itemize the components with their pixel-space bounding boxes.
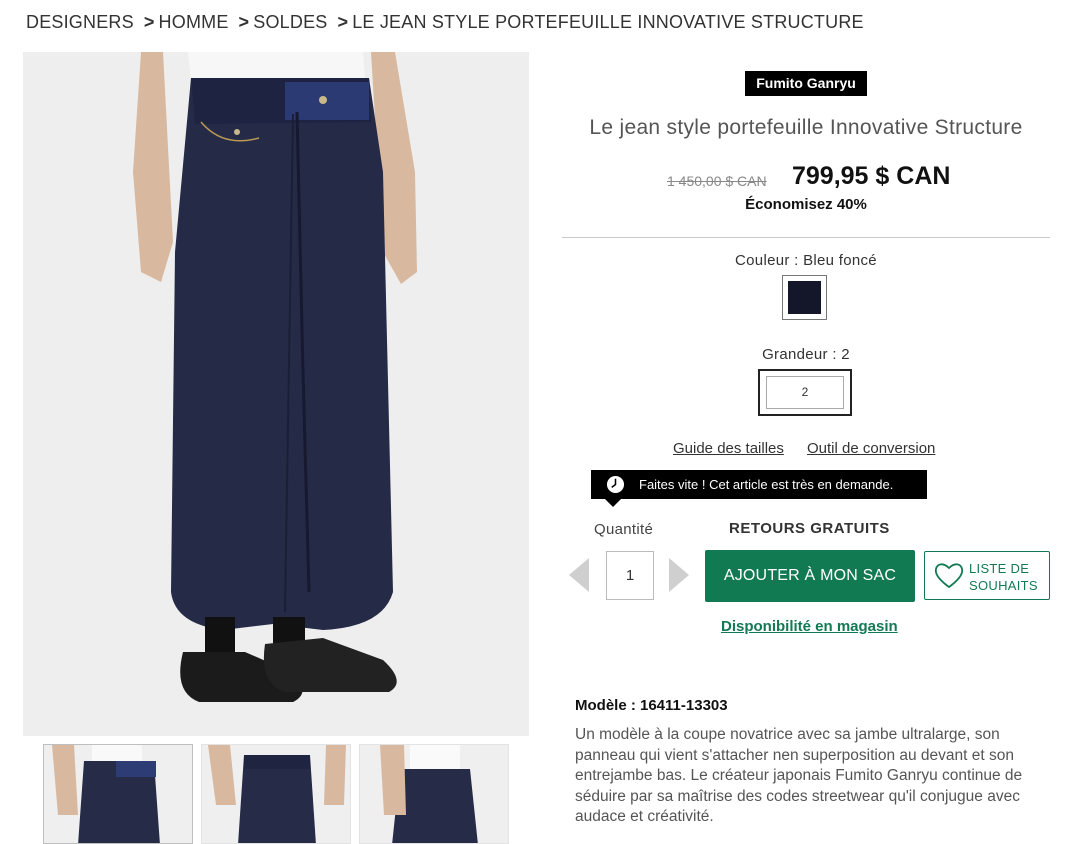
- product-description: Un modèle à la coupe novatrice avec sa j…: [575, 726, 1023, 825]
- model-number: Modèle : 16411-13303: [575, 697, 728, 714]
- store-availability-link[interactable]: Disponibilité en magasin: [721, 618, 898, 635]
- wishlist-label: LISTE DE SOUHAITS: [969, 560, 1038, 594]
- wishlist-button[interactable]: LISTE DE SOUHAITS: [924, 551, 1050, 600]
- thumbnail-photo: [360, 745, 508, 843]
- product-title: Le jean style portefeuille Innovative St…: [589, 116, 1023, 139]
- breadcrumb-separator: >: [143, 12, 155, 32]
- thumbnail-photo: [44, 745, 192, 843]
- thumbnail-2[interactable]: [201, 744, 351, 844]
- swatch-fill: [788, 281, 821, 314]
- size-option-label: 2: [766, 376, 844, 409]
- thumbnail-1[interactable]: [43, 744, 193, 844]
- divider: [562, 237, 1050, 238]
- size-option-2[interactable]: 2: [758, 369, 852, 416]
- conversion-tool-link[interactable]: Outil de conversion: [807, 440, 935, 457]
- thumbnail-3[interactable]: [359, 744, 509, 844]
- breadcrumb-item-soldes[interactable]: SOLDES: [253, 12, 327, 33]
- product-main-image[interactable]: [23, 52, 529, 736]
- add-to-bag-button[interactable]: AJOUTER À MON SAC: [705, 550, 915, 602]
- breadcrumb-item-current: LE JEAN STYLE PORTEFEUILLE INNOVATIVE ST…: [352, 12, 864, 32]
- size-label: Grandeur : 2: [762, 346, 850, 363]
- quantity-label: Quantité: [594, 521, 654, 538]
- arrow-left-icon[interactable]: [569, 558, 589, 592]
- breadcrumb-separator: >: [238, 12, 250, 32]
- savings-label: Économisez 40%: [745, 196, 867, 213]
- wishlist-label-line2: SOUHAITS: [969, 578, 1038, 593]
- breadcrumb-separator: >: [337, 12, 349, 32]
- brand-badge[interactable]: Fumito Ganryu: [745, 71, 867, 96]
- product-photo: [23, 52, 529, 736]
- clock-icon: [606, 475, 625, 494]
- quantity-input[interactable]: [606, 551, 654, 600]
- arrow-right-icon[interactable]: [669, 558, 689, 592]
- color-label: Couleur : Bleu foncé: [735, 252, 877, 269]
- banner-pointer: [605, 499, 621, 507]
- breadcrumb-item-designers[interactable]: DESIGNERS: [26, 12, 134, 33]
- breadcrumb: DESIGNERS > HOMME > SOLDES > LE JEAN STYLE POR…: [26, 12, 864, 33]
- original-price: 1 450,00 $ CAN: [667, 173, 767, 189]
- heart-icon: [934, 563, 964, 589]
- wishlist-label-line1: LISTE DE: [969, 561, 1030, 576]
- size-guide-link[interactable]: Guide des tailles: [673, 440, 784, 457]
- thumbnail-photo: [202, 745, 350, 843]
- high-demand-banner: Faites vite ! Cet article est très en de…: [591, 470, 927, 507]
- high-demand-text: Faites vite ! Cet article est très en de…: [639, 477, 894, 492]
- sale-price: 799,95 $ CAN: [792, 162, 951, 190]
- free-returns-label: RETOURS GRATUITS: [729, 520, 890, 537]
- breadcrumb-item-homme[interactable]: HOMME: [159, 12, 229, 33]
- color-swatch-dark-blue[interactable]: [782, 275, 827, 320]
